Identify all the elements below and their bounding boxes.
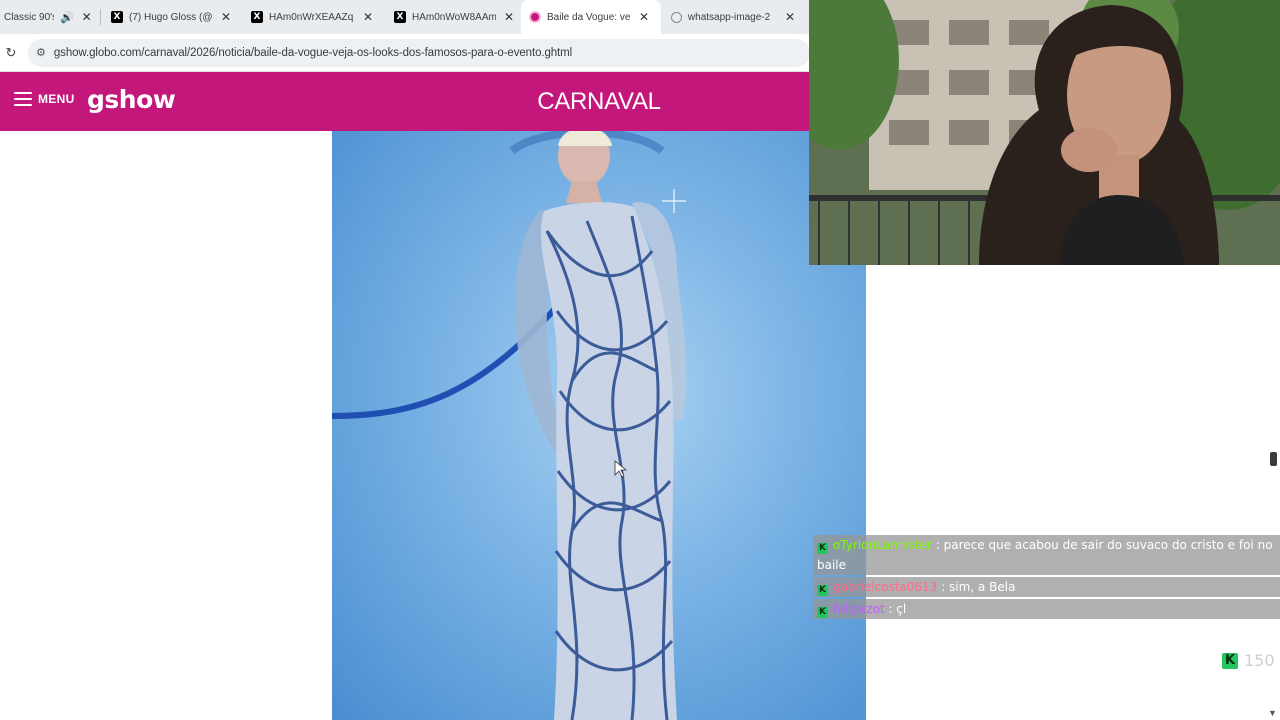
chat-separator: : — [931, 538, 944, 552]
tab-title: whatsapp-image-2 — [687, 11, 771, 23]
gown-illustration — [332, 131, 687, 720]
webcam-image — [809, 0, 1280, 265]
chat-overlay: KoTyrionLannister : parece que acabou de… — [813, 535, 1280, 621]
webcam-feed — [809, 0, 1280, 265]
url-text[interactable]: gshow.globo.com/carnaval/2026/noticia/ba… — [54, 47, 572, 59]
site-header: MENU gshow CARNAVAL — [0, 72, 810, 131]
tab-whatsapp-image[interactable]: whatsapp-image-2 ✕ — [661, 0, 801, 34]
kick-badge-icon: K — [817, 543, 828, 554]
chat-separator: : — [937, 580, 950, 594]
article-content — [0, 131, 866, 720]
viewer-count: K 150 — [1222, 651, 1275, 670]
scrollbar-thumb[interactable] — [1270, 452, 1277, 466]
chat-separator: : — [884, 602, 897, 616]
x-logo-icon: X — [111, 11, 123, 23]
x-logo-icon: X — [251, 11, 263, 23]
tab-hugo-gloss[interactable]: X (7) Hugo Gloss (@ ✕ — [101, 0, 241, 34]
chat-message: KoTyrionLannister : parece que acabou de… — [813, 535, 1280, 575]
scroll-down-arrow-icon[interactable]: ▼ — [1268, 708, 1277, 718]
tab-title: Classic 90's — [4, 11, 54, 23]
tab-x-image-2[interactable]: X HAm0nWoW8AAm ✕ — [384, 0, 521, 34]
chat-username[interactable]: oTyrionLannister — [833, 538, 932, 552]
globe-icon — [671, 11, 682, 23]
site-settings-icon[interactable]: ⚙ — [36, 46, 46, 59]
close-icon[interactable]: ✕ — [783, 10, 797, 24]
article-photo[interactable] — [332, 131, 866, 720]
screen: Classic 90's 🔊 ✕ X (7) Hugo Gloss (@ ✕ X… — [0, 0, 1280, 720]
tab-x-image-1[interactable]: X HAm0nWrXEAAZq ✕ — [241, 0, 384, 34]
browser-tab-strip: Classic 90's 🔊 ✕ X (7) Hugo Gloss (@ ✕ X… — [0, 0, 810, 34]
close-icon[interactable]: ✕ — [80, 10, 94, 24]
chat-username[interactable]: gabrielcosta0613 — [833, 580, 937, 594]
tab-classic-90s[interactable]: Classic 90's 🔊 ✕ — [0, 0, 100, 34]
chat-message: Kfelipezot : çl — [813, 599, 1280, 619]
speaker-icon[interactable]: 🔊 — [60, 11, 74, 24]
reload-icon[interactable]: ↻ — [2, 45, 20, 61]
x-logo-icon: X — [394, 11, 406, 23]
tab-title: HAm0nWrXEAAZq — [269, 11, 354, 23]
url-field[interactable]: ⚙ gshow.globo.com/carnaval/2026/noticia/… — [28, 38, 810, 67]
close-icon[interactable]: ✕ — [637, 10, 651, 24]
close-icon[interactable]: ✕ — [502, 10, 516, 24]
tab-title: Baile da Vogue: ve — [547, 11, 631, 23]
gshow-favicon-icon — [529, 11, 541, 23]
close-icon[interactable]: ✕ — [361, 10, 375, 24]
tab-baile-da-vogue[interactable]: Baile da Vogue: ve ✕ — [521, 0, 661, 34]
address-bar: ↻ ⚙ gshow.globo.com/carnaval/2026/notici… — [0, 34, 810, 72]
kick-badge-icon: K — [817, 585, 828, 596]
kick-logo-icon: K — [1222, 652, 1238, 669]
viewer-count-value: 150 — [1244, 651, 1275, 670]
kick-badge-icon: K — [817, 607, 828, 618]
chat-message: Kgabrielcosta0613 : sim, a Bela — [813, 577, 1280, 597]
chat-text: çl — [896, 602, 907, 616]
tab-title: (7) Hugo Gloss (@ — [129, 11, 213, 23]
tab-title: HAm0nWoW8AAm — [412, 11, 496, 23]
chat-text: sim, a Bela — [949, 580, 1016, 594]
chat-username[interactable]: felipezot — [833, 602, 885, 616]
close-icon[interactable]: ✕ — [219, 10, 233, 24]
stream-overlay-panel — [866, 265, 1280, 720]
